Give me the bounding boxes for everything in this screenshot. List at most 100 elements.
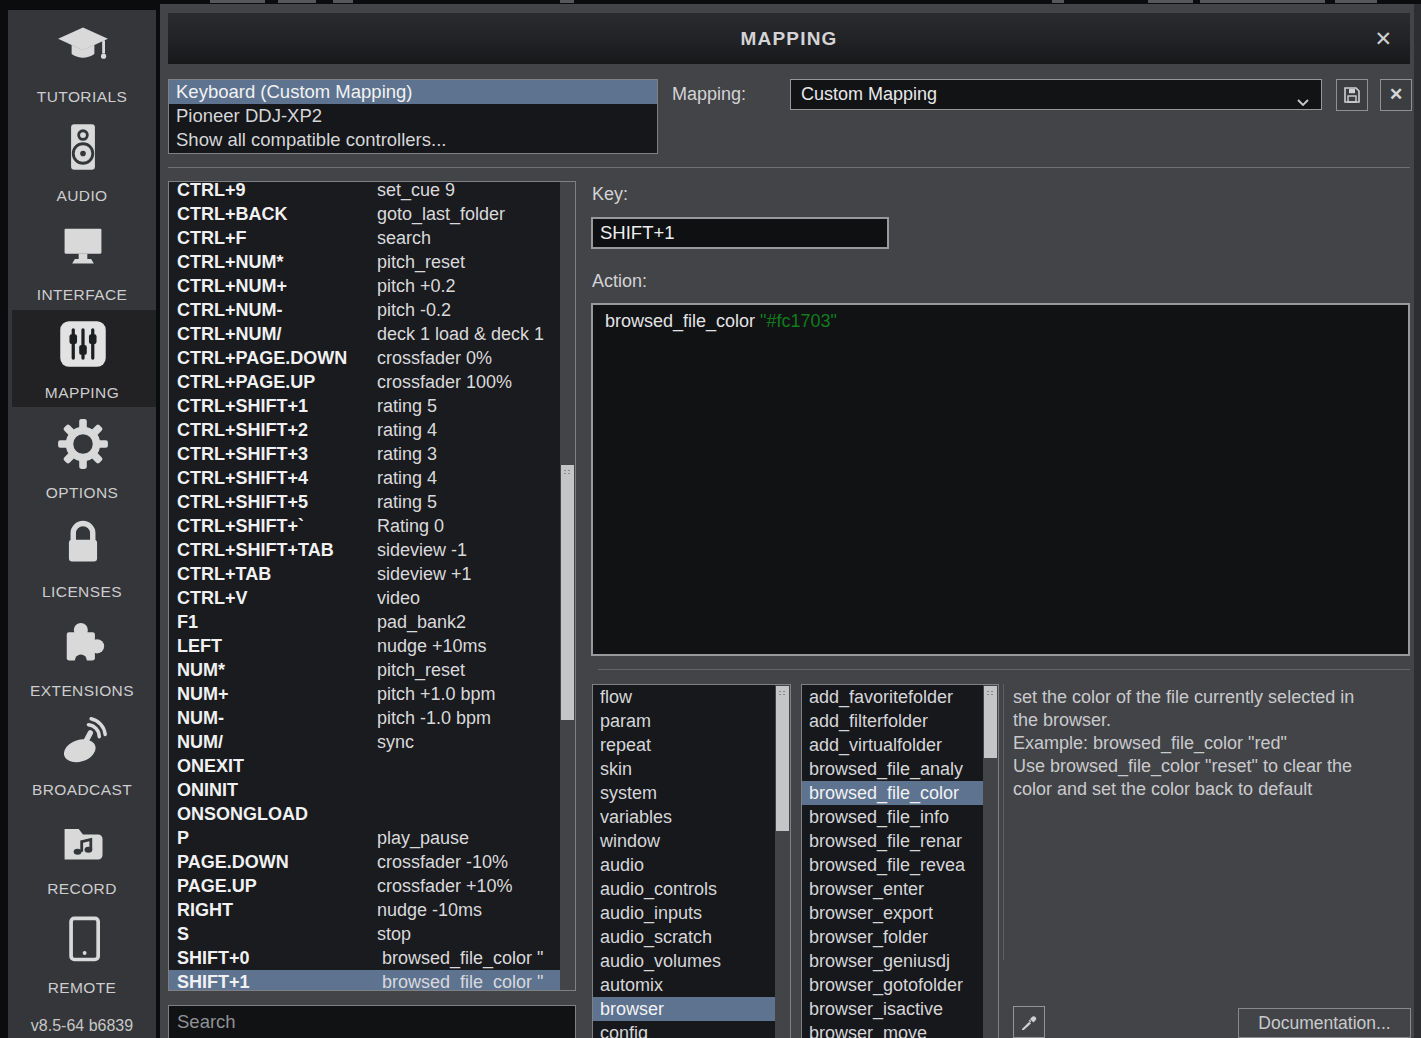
key-binding-row[interactable]: CTRL+NUM/deck 1 load & deck 1 xyxy=(169,322,561,346)
key-binding-action xyxy=(377,778,561,802)
key-binding-row[interactable]: CTRL+BACKgoto_last_folder xyxy=(169,202,561,226)
action-name-item[interactable]: browsed_file_color xyxy=(802,781,983,805)
key-binding-row[interactable]: Sstop xyxy=(169,922,561,946)
action-category-item[interactable]: window xyxy=(593,829,775,853)
delete-mapping-button[interactable]: ✕ xyxy=(1380,79,1412,111)
key-binding-row[interactable]: SHIFT+1 browsed_file_color " xyxy=(169,970,561,991)
action-category-item[interactable]: audio_scratch xyxy=(593,925,775,949)
key-binding-row[interactable]: CTRL+PAGE.DOWNcrossfader 0% xyxy=(169,346,561,370)
key-binding-row[interactable]: NUM-pitch -1.0 bpm xyxy=(169,706,561,730)
separator-right xyxy=(598,669,1410,670)
action-category-item[interactable]: audio_volumes xyxy=(593,949,775,973)
save-mapping-button[interactable] xyxy=(1336,79,1368,111)
action-name-item[interactable]: browser_geniusdj xyxy=(802,949,983,973)
controller-list-item[interactable]: Pioneer DDJ-XP2 xyxy=(169,104,657,128)
scrollbar-thumb[interactable] xyxy=(776,686,789,831)
key-binding-row[interactable]: NUM*pitch_reset xyxy=(169,658,561,682)
action-category-item[interactable]: automix xyxy=(593,973,775,997)
top-edge-artifact xyxy=(210,0,265,3)
scrollbar-thumb[interactable] xyxy=(984,686,997,758)
action-category-item[interactable]: repeat xyxy=(593,733,775,757)
key-binding-key: NUM/ xyxy=(169,730,377,754)
action-scrollbar[interactable] xyxy=(983,685,998,1038)
key-binding-row[interactable]: CTRL+TABsideview +1 xyxy=(169,562,561,586)
key-binding-row[interactable]: CTRL+9set_cue 9 xyxy=(169,181,561,202)
key-binding-row[interactable]: Pplay_pause xyxy=(169,826,561,850)
key-binding-row[interactable]: CTRL+SHIFT+TABsideview -1 xyxy=(169,538,561,562)
key-binding-row[interactable]: CTRL+PAGE.UPcrossfader 100% xyxy=(169,370,561,394)
key-binding-row[interactable]: CTRL+SHIFT+4rating 4 xyxy=(169,466,561,490)
action-name-item[interactable]: browsed_file_renar xyxy=(802,829,983,853)
key-binding-row[interactable]: CTRL+NUM-pitch -0.2 xyxy=(169,298,561,322)
key-binding-row[interactable]: NUM+pitch +1.0 bpm xyxy=(169,682,561,706)
action-name-item[interactable]: add_filterfolder xyxy=(802,709,983,733)
key-binding-row[interactable]: CTRL+NUM*pitch_reset xyxy=(169,250,561,274)
key-input[interactable] xyxy=(593,219,887,247)
action-category-item[interactable]: browser xyxy=(593,997,775,1021)
sidebar-item-label: EXTENSIONS xyxy=(8,682,156,700)
key-binding-row[interactable]: ONEXIT xyxy=(169,754,561,778)
action-name-item[interactable]: browsed_file_revea xyxy=(802,853,983,877)
key-binding-row[interactable]: CTRL+NUM+pitch +0.2 xyxy=(169,274,561,298)
action-category-item[interactable]: param xyxy=(593,709,775,733)
action-category-item[interactable]: flow xyxy=(593,685,775,709)
action-category-item[interactable]: variables xyxy=(593,805,775,829)
key-binding-action: crossfader 100% xyxy=(377,370,561,394)
scrollbar-thumb[interactable] xyxy=(561,465,574,720)
controller-list-item[interactable]: Keyboard (Custom Mapping) xyxy=(169,80,657,104)
key-binding-row[interactable]: PAGE.DOWNcrossfader -10% xyxy=(169,850,561,874)
key-binding-key: ONEXIT xyxy=(169,754,377,778)
key-binding-action: rating 4 xyxy=(377,418,561,442)
action-name-item[interactable]: browser_enter xyxy=(802,877,983,901)
chevron-down-icon xyxy=(1297,92,1309,110)
key-list-scrollbar[interactable] xyxy=(560,182,575,990)
category-scrollbar[interactable] xyxy=(775,685,790,1038)
key-binding-row[interactable]: SHIFT+0 browsed_file_color " xyxy=(169,946,561,970)
key-binding-key: CTRL+TAB xyxy=(169,562,377,586)
action-name-item[interactable]: browser_move xyxy=(802,1021,983,1038)
action-category-item[interactable]: system xyxy=(593,781,775,805)
key-binding-key: CTRL+F xyxy=(169,226,377,250)
action-editor[interactable]: browsed_file_color "#fc1703" xyxy=(591,303,1410,656)
action-name-item[interactable]: browsed_file_analy xyxy=(802,757,983,781)
key-binding-action xyxy=(377,754,561,778)
action-category-item[interactable]: audio_inputs xyxy=(593,901,775,925)
action-name-item[interactable]: browsed_file_info xyxy=(802,805,983,829)
key-binding-row[interactable]: PAGE.UPcrossfader +10% xyxy=(169,874,561,898)
controller-list: Keyboard (Custom Mapping)Pioneer DDJ-XP2… xyxy=(168,79,658,154)
search-input[interactable] xyxy=(169,1006,575,1038)
x-icon: ✕ xyxy=(1381,80,1411,110)
key-binding-row[interactable]: CTRL+SHIFT+`Rating 0 xyxy=(169,514,561,538)
key-binding-row[interactable]: ONSONGLOAD xyxy=(169,802,561,826)
action-name-list: add_favoritefolderadd_filterfolderadd_vi… xyxy=(801,684,999,1038)
key-binding-row[interactable]: NUM/sync xyxy=(169,730,561,754)
key-binding-row[interactable]: CTRL+SHIFT+1rating 5 xyxy=(169,394,561,418)
action-category-item[interactable]: audio xyxy=(593,853,775,877)
action-name-item[interactable]: add_favoritefolder xyxy=(802,685,983,709)
key-binding-row[interactable]: LEFTnudge +10ms xyxy=(169,634,561,658)
padlock-icon xyxy=(57,517,109,569)
key-binding-row[interactable]: CTRL+Fsearch xyxy=(169,226,561,250)
action-name-item[interactable]: browser_gotofolder xyxy=(802,973,983,997)
action-name-item[interactable]: browser_isactive xyxy=(802,997,983,1021)
key-binding-row[interactable]: RIGHTnudge -10ms xyxy=(169,898,561,922)
close-icon[interactable]: ✕ xyxy=(1374,13,1392,64)
key-binding-row[interactable]: CTRL+SHIFT+3rating 3 xyxy=(169,442,561,466)
action-name-item[interactable]: browser_folder xyxy=(802,925,983,949)
controller-list-item[interactable]: Show all compatible controllers... xyxy=(169,128,657,152)
key-binding-row[interactable]: ONINIT xyxy=(169,778,561,802)
action-name-item[interactable]: add_virtualfolder xyxy=(802,733,983,757)
action-category-item[interactable]: audio_controls xyxy=(593,877,775,901)
documentation-button[interactable]: Documentation... xyxy=(1238,1008,1411,1038)
color-picker-button[interactable] xyxy=(1013,1006,1045,1038)
key-binding-row[interactable]: CTRL+SHIFT+5rating 5 xyxy=(169,490,561,514)
key-binding-row[interactable]: F1pad_bank2 xyxy=(169,610,561,634)
tablet-icon xyxy=(57,914,109,966)
key-binding-row[interactable]: CTRL+Vvideo xyxy=(169,586,561,610)
action-category-item[interactable]: config xyxy=(593,1021,775,1038)
key-binding-key: CTRL+BACK xyxy=(169,202,377,226)
key-binding-row[interactable]: CTRL+SHIFT+2rating 4 xyxy=(169,418,561,442)
action-name-item[interactable]: browser_export xyxy=(802,901,983,925)
action-category-item[interactable]: skin xyxy=(593,757,775,781)
mapping-dropdown[interactable]: Custom Mapping xyxy=(790,79,1322,110)
